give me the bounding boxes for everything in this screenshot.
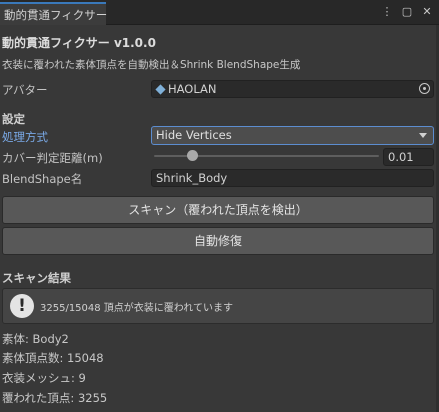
window-tab-bar: 動的貫通フィクサー ⋮ ▢ ✕ — [0, 0, 439, 25]
method-value: Hide Vertices — [156, 128, 232, 142]
avatar-label: アバター — [2, 83, 48, 97]
scan-result-message: 3255/15048 頂点が衣装に覆われています — [40, 303, 234, 314]
covered-vertex-count-stat: 覆われた頂点: 3255 — [2, 391, 108, 405]
body-mesh-stat: 素体: Body2 — [2, 332, 69, 346]
blendshape-name-label: BlendShape名 — [2, 172, 83, 186]
window-tab[interactable]: 動的貫通フィクサー — [0, 2, 107, 25]
method-dropdown[interactable]: Hide Vertices — [151, 126, 434, 145]
cover-distance-slider-thumb[interactable] — [186, 150, 198, 161]
scan-results-title: スキャン結果 — [2, 271, 71, 285]
kebab-menu-icon[interactable]: ⋮ — [381, 5, 393, 18]
cover-distance-label: カバー判定距離(m) — [2, 151, 103, 165]
object-picker-icon[interactable] — [419, 83, 430, 94]
blendshape-name-input[interactable]: Shrink_Body — [151, 169, 434, 187]
settings-section-title: 設定 — [2, 112, 25, 126]
scan-result-message-box: ! 3255/15048 頂点が衣装に覆われています — [2, 288, 434, 324]
warning-icon: ! — [10, 294, 34, 318]
gameobject-icon — [155, 84, 166, 95]
cover-distance-input[interactable]: 0.01 — [383, 148, 434, 166]
tool-subtitle: 衣装に覆われた素体頂点を自動検出＆Shrink BlendShape生成 — [2, 59, 301, 71]
scan-button[interactable]: スキャン（覆われた頂点を検出） — [2, 196, 434, 224]
avatar-value: HAOLAN — [168, 82, 217, 96]
maximize-icon[interactable]: ▢ — [401, 5, 413, 18]
method-label: 処理方式 — [2, 130, 48, 144]
clothing-mesh-count-stat: 衣装メッシュ: 9 — [2, 371, 86, 385]
body-vertex-count-stat: 素体頂点数: 15048 — [2, 351, 104, 365]
tool-title: 動的貫通フィクサー v1.0.0 — [2, 36, 156, 50]
auto-repair-button[interactable]: 自動修復 — [2, 227, 434, 255]
inspector-content: 動的貫通フィクサー v1.0.0 衣装に覆われた素体頂点を自動検出＆Shrink… — [0, 25, 439, 412]
close-icon[interactable]: ✕ — [421, 5, 433, 18]
avatar-object-field[interactable]: HAOLAN — [151, 80, 434, 98]
chevron-down-icon — [419, 133, 427, 138]
window-controls: ⋮ ▢ ✕ — [381, 5, 433, 18]
